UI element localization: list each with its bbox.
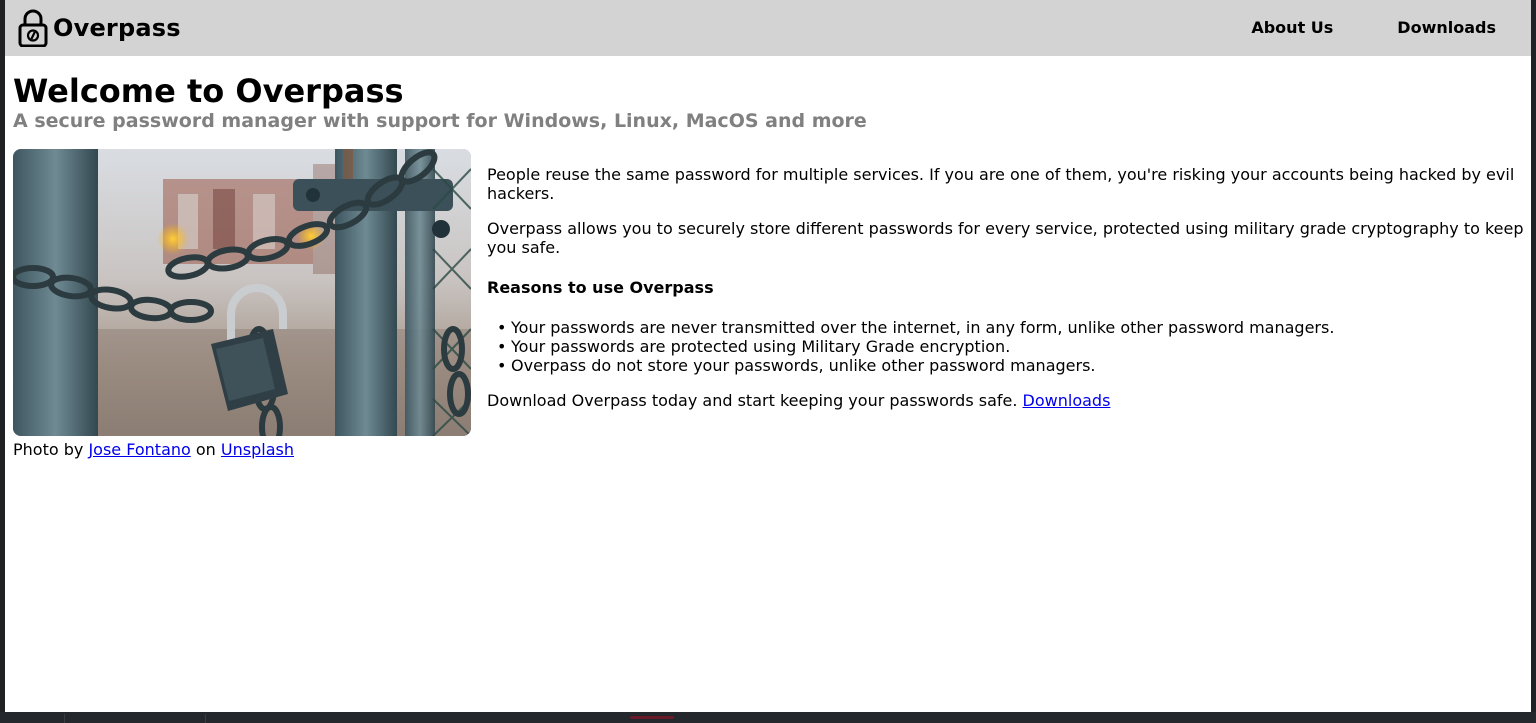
caption-prefix: Photo by — [13, 440, 84, 459]
downloads-link[interactable]: Downloads — [1023, 391, 1111, 410]
intro-paragraph-1: People reuse the same password for multi… — [487, 165, 1515, 203]
intro-paragraph-2: Overpass allows you to securely store di… — [487, 219, 1524, 257]
reason-text: Your passwords are protected using Milit… — [511, 337, 1011, 356]
main-content: People reuse the same password for multi… — [487, 165, 1527, 410]
lock-icon — [18, 9, 48, 48]
brand[interactable]: Overpass — [18, 8, 181, 48]
reasons-list: • Your passwords are never transmitted ov… — [495, 318, 1527, 375]
page-title: Welcome to Overpass — [13, 72, 404, 110]
nav-links: About Us Downloads — [1219, 0, 1531, 56]
padlock-chain-photo — [13, 149, 471, 436]
reasons-heading: Reasons to use Overpass — [487, 278, 714, 297]
photo-source-link[interactable]: Unsplash — [221, 440, 294, 459]
photo-caption: Photo by Jose Fontano on Unsplash — [13, 440, 294, 460]
list-item: • Overpass do not store your passwords, u… — [497, 356, 1096, 375]
browser-viewport: Overpass About Us Downloads Welcome to O… — [5, 0, 1531, 712]
photo-author-link[interactable]: Jose Fontano — [88, 440, 190, 459]
brand-name: Overpass — [53, 14, 181, 42]
cta-text: Download Overpass today and start keepin… — [487, 391, 1018, 410]
taskbar-strip — [0, 712, 1536, 723]
caption-middle: on — [195, 440, 216, 459]
reason-text: Overpass do not store your passwords, un… — [511, 356, 1096, 375]
list-item: • Your passwords are never transmitted ov… — [497, 318, 1335, 337]
nav-link-about-us[interactable]: About Us — [1219, 0, 1365, 56]
download-cta: Download Overpass today and start keepin… — [487, 391, 1527, 410]
nav-link-downloads[interactable]: Downloads — [1365, 0, 1531, 56]
list-item: • Your passwords are protected using Mili… — [497, 337, 1011, 356]
navbar: Overpass About Us Downloads — [5, 0, 1531, 56]
reason-text: Your passwords are never transmitted ove… — [511, 318, 1335, 337]
page-subtitle: A secure password manager with support f… — [13, 110, 867, 132]
